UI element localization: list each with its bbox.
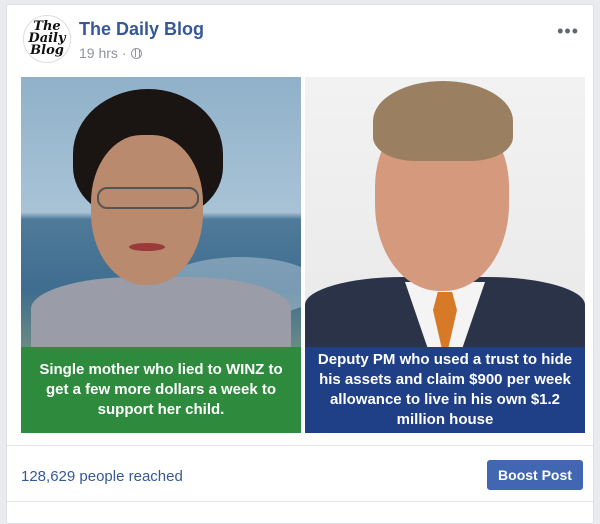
- left-photo-panel: Single mother who lied to WINZ to get a …: [21, 77, 301, 433]
- post-header: The Daily Blog The Daily Blog 19 hrs · •…: [23, 15, 583, 69]
- face-shape: [91, 135, 203, 285]
- avatar-text-3: Blog: [30, 43, 64, 58]
- page-name-link[interactable]: The Daily Blog: [79, 19, 204, 40]
- globe-icon: [130, 47, 142, 59]
- post-image[interactable]: Single mother who lied to WINZ to get a …: [21, 77, 585, 433]
- divider: [7, 501, 593, 502]
- more-options-icon[interactable]: •••: [557, 21, 579, 42]
- boost-post-button[interactable]: Boost Post: [487, 460, 583, 490]
- right-caption: Deputy PM who used a trust to hide his a…: [305, 347, 585, 433]
- glasses-shape: [97, 187, 199, 209]
- page-avatar[interactable]: The Daily Blog: [23, 15, 71, 63]
- people-reached-link[interactable]: 128,629 people reached: [21, 468, 183, 485]
- hair-shape: [373, 81, 513, 161]
- post-meta: 19 hrs ·: [79, 45, 142, 61]
- post-timestamp[interactable]: 19 hrs: [79, 45, 118, 61]
- scarf-shape: [31, 277, 291, 357]
- lips-shape: [129, 243, 165, 251]
- left-caption: Single mother who lied to WINZ to get a …: [21, 347, 301, 433]
- post-footer: 128,629 people reached Boost Post: [7, 445, 593, 506]
- post-card: The Daily Blog The Daily Blog 19 hrs · •…: [6, 4, 594, 524]
- meta-separator: ·: [121, 45, 127, 61]
- right-photo-panel: Deputy PM who used a trust to hide his a…: [305, 77, 585, 433]
